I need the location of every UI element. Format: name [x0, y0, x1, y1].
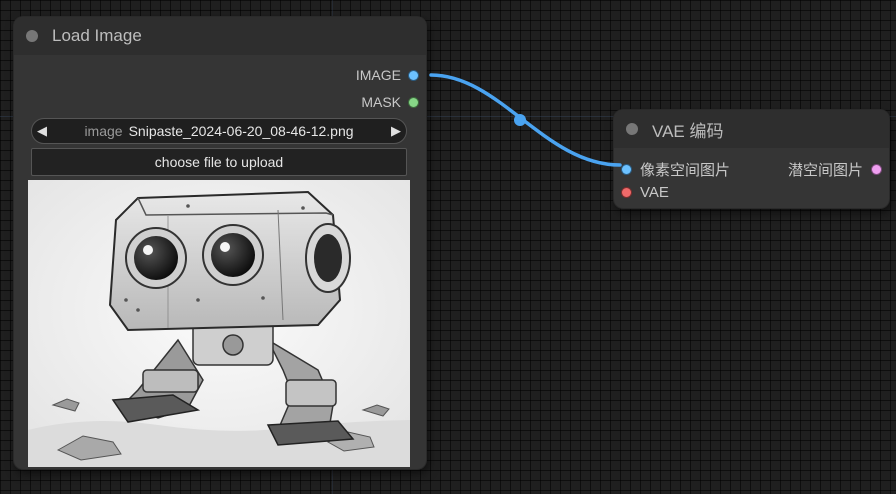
- output-latent-label: 潜空间图片: [787, 162, 863, 179]
- load-image-node[interactable]: Load Image IMAGE MASK ◀ image Snipaste_20…: [14, 17, 426, 469]
- output-mask-port[interactable]: [409, 97, 418, 107]
- node-title-bar[interactable]: VAE 编码: [614, 110, 889, 148]
- next-arrow-icon[interactable]: ▶: [386, 123, 406, 139]
- image-preview: [28, 180, 410, 467]
- output-image[interactable]: IMAGE: [356, 67, 418, 83]
- node-title: VAE 编码: [652, 121, 724, 141]
- input-pixels-label: 像素空间图片: [640, 162, 731, 179]
- prev-arrow-icon[interactable]: ◀: [32, 123, 52, 139]
- vae-encode-node[interactable]: VAE 编码 像素空间图片 VAE 潜空间图片: [614, 110, 889, 208]
- input-vae-port[interactable]: [622, 188, 631, 197]
- collapse-dot-icon[interactable]: [26, 30, 38, 42]
- output-image-label: IMAGE: [355, 67, 401, 83]
- input-vae[interactable]: VAE: [622, 184, 669, 201]
- widget-value: Snipaste_2024-06-20_08-46-12.png: [128, 123, 354, 139]
- node-title-bar[interactable]: Load Image: [14, 17, 426, 55]
- output-latent-port[interactable]: [872, 165, 881, 174]
- output-mask[interactable]: MASK: [361, 94, 418, 110]
- output-image-port[interactable]: [409, 70, 418, 80]
- widget-name: image: [84, 123, 123, 139]
- collapse-dot-icon[interactable]: [626, 123, 638, 135]
- input-vae-label: VAE: [640, 184, 669, 201]
- image-select-widget[interactable]: ◀ image Snipaste_2024-06-20_08-46-12.png …: [31, 118, 407, 144]
- input-pixels[interactable]: 像素空间图片: [622, 159, 730, 180]
- image-to-pixels-link[interactable]: [429, 73, 622, 167]
- robot-preview-image: [28, 180, 410, 467]
- input-pixels-port[interactable]: [622, 165, 631, 174]
- upload-button[interactable]: choose file to upload: [31, 148, 407, 176]
- node-title: Load Image: [52, 26, 142, 45]
- output-mask-label: MASK: [361, 94, 401, 110]
- output-latent[interactable]: 潜空间图片: [788, 159, 881, 180]
- image-select-value[interactable]: image Snipaste_2024-06-20_08-46-12.png: [52, 123, 386, 139]
